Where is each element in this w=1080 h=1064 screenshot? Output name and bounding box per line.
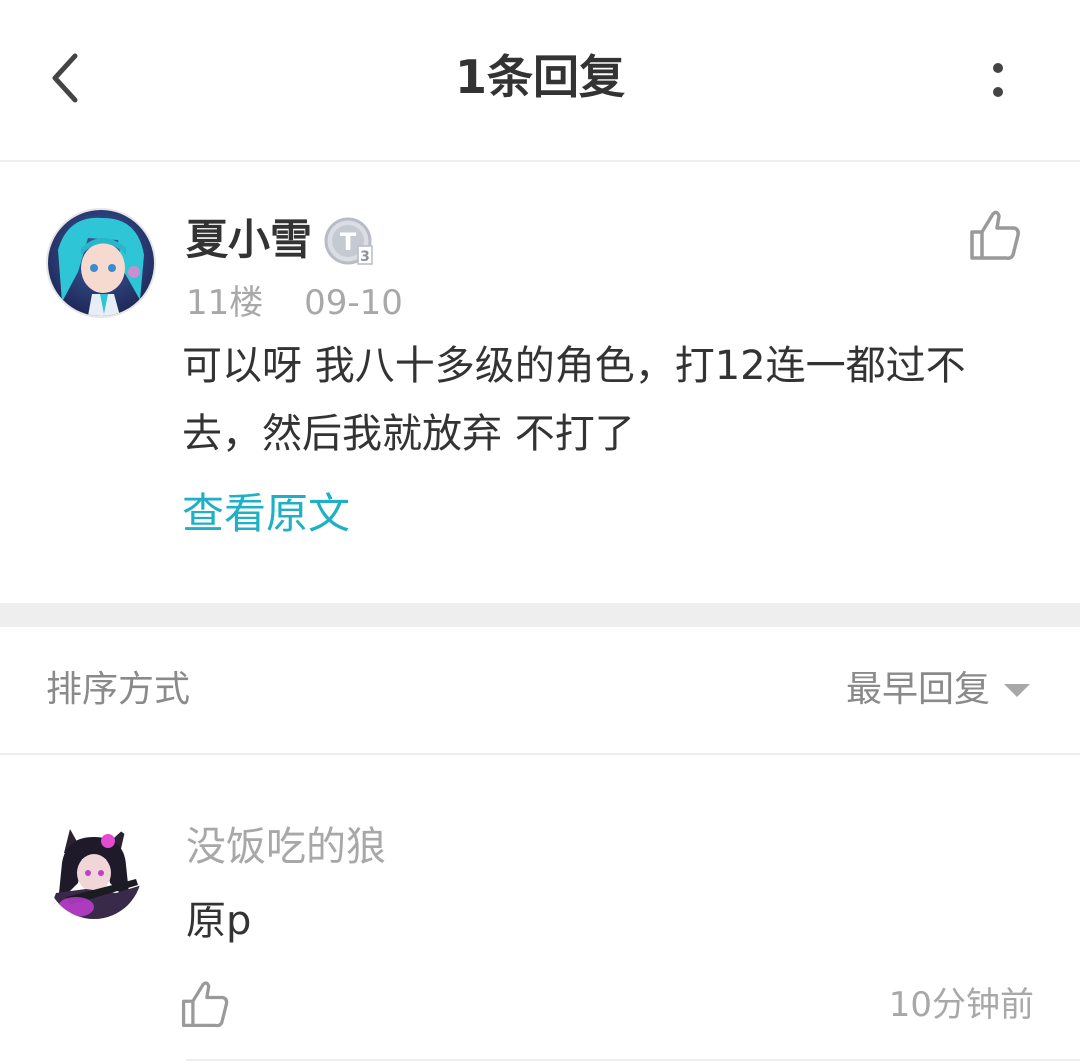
thumbs-up-icon[interactable] <box>966 206 1024 264</box>
page-title: 1条回复 <box>454 50 625 104</box>
post-username[interactable]: 夏小雪 <box>186 212 312 268</box>
section-divider <box>0 603 1080 627</box>
reply-avatar[interactable] <box>46 823 142 919</box>
post-content: 可以呀 我八十多级的角色，打12连一都过不去，然后我就放弃 不打了 <box>182 343 966 457</box>
reply-timestamp: 10分钟前 <box>888 985 1034 1025</box>
view-original-link[interactable]: 查看原文 <box>182 482 350 546</box>
reply-divider <box>186 1059 1080 1061</box>
reply-item: 没饭吃的狼 原p 10分钟前 <box>0 755 1080 1064</box>
svg-text:T: T <box>340 228 357 256</box>
sort-selected-value: 最早回复 <box>845 669 990 710</box>
original-post: 夏小雪 T 3 11楼 09-10 可以呀 我八十多级的角色，打12连一都过不去… <box>0 162 1080 602</box>
svg-text:3: 3 <box>360 249 370 265</box>
sort-dropdown[interactable]: 最早回复 <box>846 665 1030 715</box>
floor-number: 11楼 <box>186 283 264 323</box>
post-date: 09-10 <box>304 283 403 323</box>
sort-bar: 排序方式 最早回复 <box>0 627 1080 755</box>
caret-down-icon <box>1004 683 1030 697</box>
top-bar: 1条回复 <box>0 0 1080 162</box>
reply-username[interactable]: 没饭吃的狼 <box>186 819 386 875</box>
sort-label: 排序方式 <box>46 669 191 710</box>
thumbs-up-icon[interactable] <box>178 977 232 1031</box>
post-meta: 11楼 09-10 <box>186 280 403 326</box>
more-button[interactable] <box>968 52 1028 108</box>
reply-content: 原p <box>186 898 252 944</box>
level-badge-icon: T 3 <box>324 217 373 265</box>
avatar[interactable] <box>46 208 156 318</box>
more-vertical-icon <box>993 63 1003 97</box>
avatar-image <box>48 210 154 316</box>
reply-avatar-image <box>46 823 142 919</box>
